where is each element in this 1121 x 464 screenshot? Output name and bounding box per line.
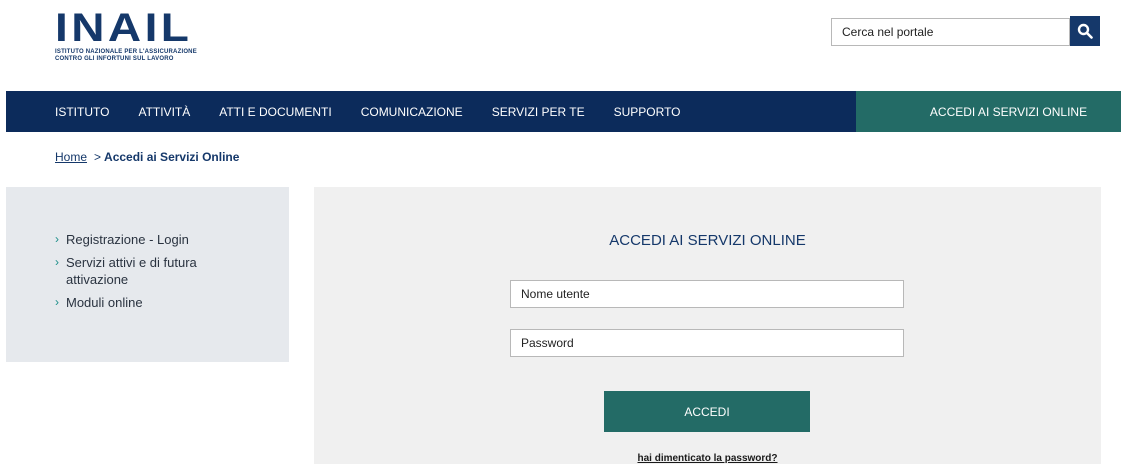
logo-wordmark: INAIL — [55, 6, 193, 50]
logo-subtitle: ISTITUTO NAZIONALE PER L'ASSICURAZIONE C… — [55, 49, 197, 62]
main-nav: ISTITUTO ATTIVITÀ ATTI E DOCUMENTI COMUN… — [6, 91, 1121, 132]
breadcrumb-separator: > — [94, 150, 102, 164]
forgot-password-link[interactable]: hai dimenticato la password? — [314, 453, 1101, 464]
login-panel: ACCEDI AI SERVIZI ONLINE ACCEDI hai dime… — [314, 187, 1101, 464]
breadcrumb-home-link[interactable]: Home — [55, 150, 87, 164]
nav-item-attivita[interactable]: ATTIVITÀ — [138, 105, 190, 119]
nav-item-comunicazione[interactable]: COMUNICAZIONE — [361, 105, 463, 119]
sidebar-item-label: Registrazione - Login — [66, 232, 189, 247]
sidebar-item-moduli-online[interactable]: › Moduli online — [55, 294, 289, 311]
sidebar-item-registrazione-login[interactable]: › Registrazione - Login — [55, 231, 289, 248]
search-input[interactable] — [832, 19, 1069, 45]
nav-item-atti-e-documenti[interactable]: ATTI E DOCUMENTI — [219, 105, 331, 119]
site-header: INAIL ISTITUTO NAZIONALE PER L'ASSICURAZ… — [0, 0, 1121, 132]
search-button[interactable] — [1070, 16, 1100, 46]
sidebar-item-servizi-attivi[interactable]: › Servizi attivi e di futura attivazione — [55, 254, 289, 288]
chevron-right-icon: › — [55, 295, 59, 309]
nav-item-supporto[interactable]: SUPPORTO — [614, 105, 681, 119]
breadcrumb: Home > Accedi ai Servizi Online — [55, 150, 239, 164]
sidebar: › Registrazione - Login › Servizi attivi… — [6, 187, 289, 362]
search-box — [831, 18, 1070, 46]
sidebar-item-label: Moduli online — [66, 295, 143, 310]
chevron-right-icon: › — [55, 255, 59, 269]
inail-logo[interactable]: INAIL ISTITUTO NAZIONALE PER L'ASSICURAZ… — [55, 8, 215, 65]
nav-access-online-services[interactable]: ACCEDI AI SERVIZI ONLINE — [856, 91, 1121, 132]
password-field[interactable] — [510, 329, 904, 357]
main-nav-items: ISTITUTO ATTIVITÀ ATTI E DOCUMENTI COMUN… — [6, 91, 856, 132]
login-button[interactable]: ACCEDI — [604, 391, 810, 432]
login-title: ACCEDI AI SERVIZI ONLINE — [609, 232, 806, 249]
sidebar-item-label: Servizi attivi e di futura attivazione — [66, 255, 197, 287]
nav-item-servizi-per-te[interactable]: SERVIZI PER TE — [492, 105, 585, 119]
username-field[interactable] — [510, 280, 904, 308]
chevron-right-icon: › — [55, 232, 59, 246]
nav-item-istituto[interactable]: ISTITUTO — [55, 105, 109, 119]
breadcrumb-current: Accedi ai Servizi Online — [104, 150, 240, 164]
search-icon — [1077, 23, 1093, 39]
